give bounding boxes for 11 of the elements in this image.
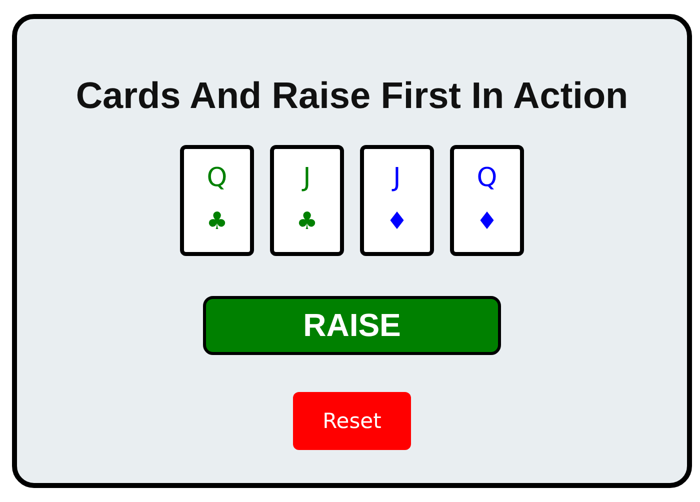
suit-icon: ♦	[476, 207, 498, 235]
suit-icon: ♣	[296, 207, 318, 235]
card-rank: J	[393, 163, 401, 193]
suit-icon: ♣	[206, 207, 228, 235]
card-rank: J	[303, 163, 311, 193]
reset-button[interactable]: Reset	[293, 392, 411, 450]
page-title: Cards And Raise First In Action	[76, 74, 628, 118]
raise-button[interactable]: RAISE	[203, 296, 501, 355]
card-rank: Q	[206, 163, 228, 193]
suit-icon: ♦	[386, 207, 408, 235]
card-rank: Q	[476, 163, 498, 193]
